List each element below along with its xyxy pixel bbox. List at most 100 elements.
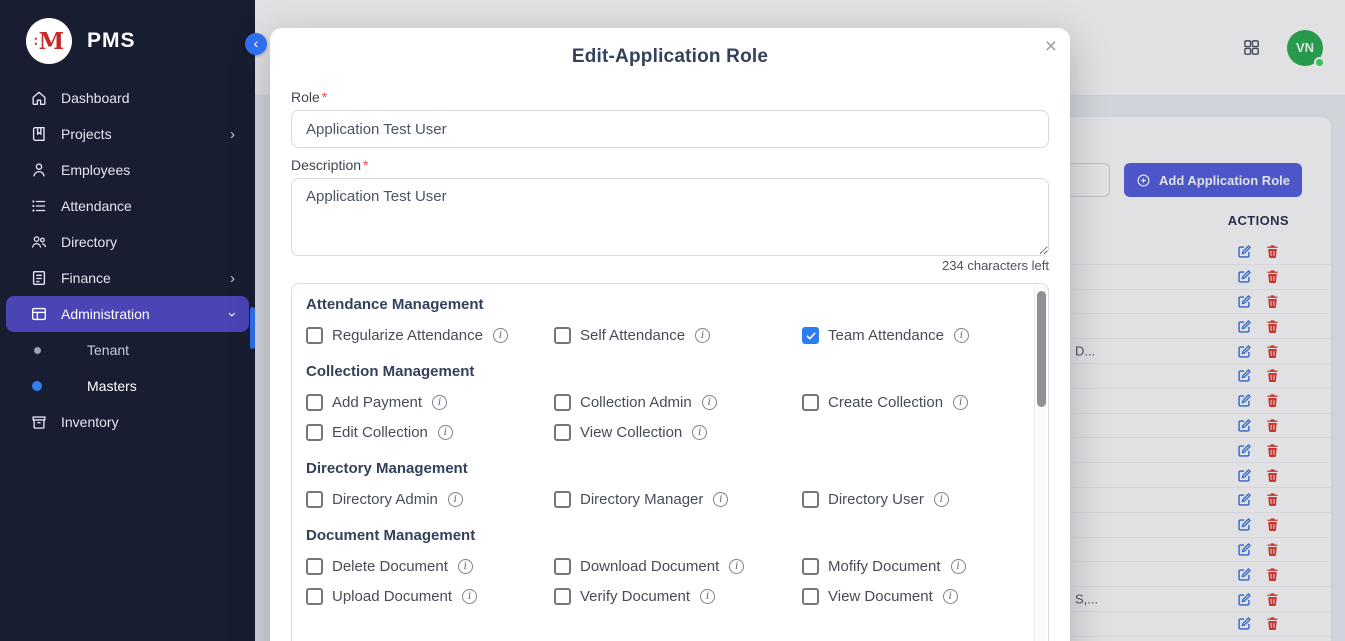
info-icon[interactable]: i [432, 395, 447, 410]
checkbox-icon[interactable] [306, 394, 323, 411]
permission-label: Collection Admin [580, 394, 692, 411]
permission-grid: Regularize AttendanceiSelf AttendanceiTe… [306, 325, 1034, 346]
sidebar-item-label: Dashboard [61, 90, 130, 106]
characters-left-counter: 234 characters left [291, 258, 1049, 274]
required-asterisk: * [322, 89, 327, 105]
permission-item[interactable]: Download Documenti [554, 556, 802, 577]
sidebar: M PMS Dashboard Projects›EmployeesAttenda… [0, 0, 255, 641]
checkbox-icon[interactable] [306, 588, 323, 605]
chevron-down-icon: › [225, 312, 240, 317]
checkbox-icon[interactable] [554, 327, 571, 344]
sidebar-item-employees[interactable]: Employees [6, 152, 249, 188]
sidebar-nav: Dashboard Projects›EmployeesAttendance Dir… [0, 80, 255, 440]
permission-group-title: Document Management [306, 527, 1034, 545]
permission-label: Edit Collection [332, 424, 428, 441]
permission-item[interactable]: Directory Useri [802, 489, 1034, 510]
close-icon[interactable]: × [1045, 36, 1057, 57]
permission-item[interactable]: Create Collection i [802, 392, 1034, 413]
checkbox-icon[interactable] [554, 491, 571, 508]
sidebar-item-administration[interactable]: Administration › [6, 296, 249, 332]
sidebar-item-inventory[interactable]: Inventory [6, 404, 249, 440]
info-icon[interactable]: i [953, 395, 968, 410]
chevron-right-icon: › [230, 271, 235, 286]
checkbox-icon[interactable] [802, 394, 819, 411]
permission-item[interactable]: Add Payment i [306, 392, 554, 413]
info-icon[interactable]: i [729, 559, 744, 574]
checkbox-icon[interactable] [306, 424, 323, 441]
permission-item[interactable]: Delete Document i [306, 556, 554, 577]
modal-title: Edit-Application Role [291, 46, 1049, 70]
sidebar-item-label: Directory [61, 234, 117, 250]
permission-item[interactable]: Team Attendancei [802, 325, 1034, 346]
permissions-scroll-area[interactable]: Attendance ManagementRegularize Attendan… [292, 284, 1034, 641]
info-icon[interactable]: i [493, 328, 508, 343]
checkbox-icon[interactable] [554, 424, 571, 441]
checkbox-icon[interactable] [306, 558, 323, 575]
permission-item[interactable]: Directory Manageri [554, 489, 802, 510]
permission-item[interactable]: Directory Admini [306, 489, 554, 510]
permission-grid: Delete DocumentiDownload DocumentiMofify… [306, 556, 1034, 607]
info-icon[interactable]: i [702, 395, 717, 410]
sidebar-collapse-button[interactable]: ‹ [245, 33, 267, 55]
info-icon[interactable]: i [458, 559, 473, 574]
scrollbar-track[interactable] [1034, 285, 1047, 641]
permission-label: View Document [828, 588, 933, 605]
permission-item[interactable]: View Collection i [554, 422, 802, 443]
info-icon[interactable]: i [943, 589, 958, 604]
info-icon[interactable]: i [713, 492, 728, 507]
logo: M PMS [0, 0, 255, 64]
employees-icon [30, 161, 48, 179]
permission-label: Add Payment [332, 394, 422, 411]
sidebar-item-label: Administration [61, 306, 150, 322]
logo-mark: M [26, 18, 72, 64]
checkbox-icon[interactable] [306, 491, 323, 508]
checkbox-icon[interactable] [554, 394, 571, 411]
sidebar-subitem-masters[interactable]: Masters [0, 368, 255, 404]
permission-label: Create Collection [828, 394, 943, 411]
permission-item[interactable]: Self Attendance i [554, 325, 802, 346]
permission-label: View Collection [580, 424, 682, 441]
checkbox-icon[interactable] [802, 327, 819, 344]
checkbox-icon[interactable] [802, 588, 819, 605]
permissions-panel: Attendance ManagementRegularize Attendan… [291, 283, 1049, 641]
sidebar-subitem-tenant[interactable]: Tenant [0, 332, 255, 368]
checkbox-icon[interactable] [306, 327, 323, 344]
role-input[interactable] [291, 110, 1049, 148]
permission-item[interactable]: Collection Admin i [554, 392, 802, 413]
info-icon[interactable]: i [692, 425, 707, 440]
checkbox-icon[interactable] [554, 558, 571, 575]
sidebar-item-finance[interactable]: Finance › [6, 260, 249, 296]
permission-label: Delete Document [332, 558, 448, 575]
sidebar-item-projects[interactable]: Projects› [6, 116, 249, 152]
info-icon[interactable]: i [695, 328, 710, 343]
permission-item[interactable]: Edit Collection i [306, 422, 554, 443]
sidebar-item-label: Finance [61, 270, 111, 286]
permission-item[interactable]: Regularize Attendancei [306, 325, 554, 346]
sidebar-item-attendance[interactable]: Attendance [6, 188, 249, 224]
permission-item[interactable]: Mofify Document i [802, 556, 1034, 577]
info-icon[interactable]: i [448, 492, 463, 507]
sidebar-item-dashboard[interactable]: Dashboard [6, 80, 249, 116]
permission-label: Self Attendance [580, 327, 685, 344]
inventory-icon [30, 413, 48, 431]
info-icon[interactable]: i [951, 559, 966, 574]
description-textarea[interactable] [291, 178, 1049, 256]
edit-application-role-modal: × Edit-Application Role Role* Descriptio… [270, 28, 1070, 641]
role-label: Role* [291, 89, 1049, 105]
info-icon[interactable]: i [954, 328, 969, 343]
sidebar-item-directory[interactable]: Directory [6, 224, 249, 260]
info-icon[interactable]: i [934, 492, 949, 507]
scrollbar-thumb[interactable] [1037, 291, 1046, 407]
checkbox-icon[interactable] [802, 491, 819, 508]
permission-item[interactable]: Verify Documenti [554, 586, 802, 607]
permission-label: Mofify Document [828, 558, 941, 575]
info-icon[interactable]: i [438, 425, 453, 440]
permission-item[interactable]: View Document i [802, 586, 1034, 607]
info-icon[interactable]: i [462, 589, 477, 604]
chevron-left-icon: ‹ [254, 35, 259, 51]
checkbox-icon[interactable] [554, 588, 571, 605]
permission-item[interactable]: Upload Documenti [306, 586, 554, 607]
home-icon [30, 89, 48, 107]
checkbox-icon[interactable] [802, 558, 819, 575]
info-icon[interactable]: i [700, 589, 715, 604]
